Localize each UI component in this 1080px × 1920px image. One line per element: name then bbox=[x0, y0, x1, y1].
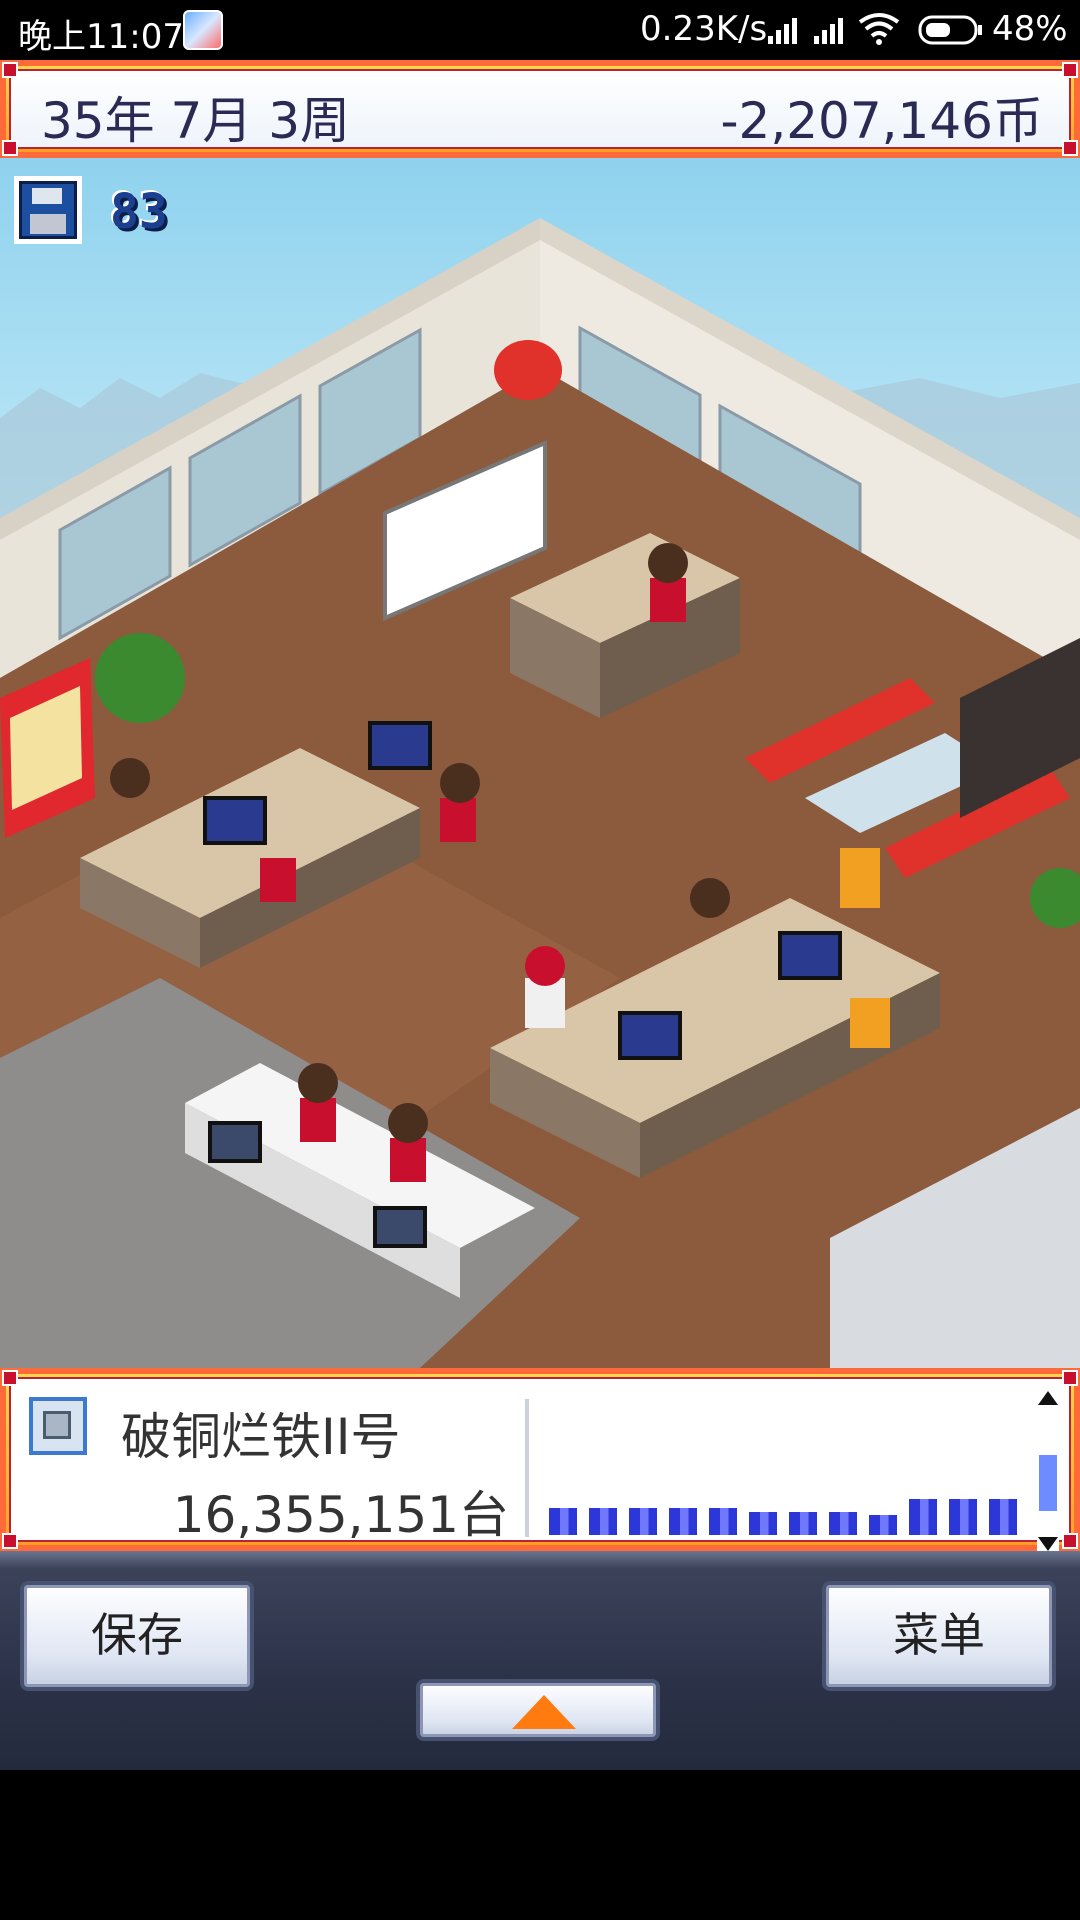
sales-bar bbox=[589, 1508, 617, 1535]
wifi-icon bbox=[858, 13, 900, 45]
signal-icon bbox=[768, 18, 797, 44]
network-speed: 0.23K/s bbox=[640, 9, 768, 49]
office-isometric-view[interactable] bbox=[0, 158, 1080, 1368]
app-icon bbox=[183, 10, 223, 50]
frame-corner bbox=[1062, 62, 1078, 78]
sales-bar bbox=[789, 1512, 817, 1535]
office-scene[interactable]: 83 bbox=[0, 158, 1080, 1368]
sales-bar bbox=[709, 1508, 737, 1535]
product-info-panel[interactable]: 破铜烂铁II号 16,355,151台 bbox=[0, 1368, 1080, 1551]
frame-corner bbox=[1062, 1533, 1078, 1549]
sales-bar bbox=[629, 1508, 657, 1535]
menu-button[interactable]: 菜单 bbox=[822, 1581, 1056, 1691]
frame-corner bbox=[2, 140, 18, 156]
sales-bar bbox=[669, 1508, 697, 1535]
sales-bar-graph bbox=[549, 1489, 1049, 1535]
sales-bar bbox=[949, 1499, 977, 1535]
control-bar: 保存 菜单 bbox=[0, 1551, 1080, 1770]
sales-bar bbox=[909, 1499, 937, 1535]
sales-bar bbox=[989, 1499, 1017, 1535]
battery-icon bbox=[918, 15, 982, 45]
panel-scrollbar[interactable] bbox=[1037, 1391, 1059, 1551]
battery-percent: 48% bbox=[992, 9, 1068, 49]
game-date: 35年 7月 3周 bbox=[41, 92, 351, 150]
product-name: 破铜烂铁II号 bbox=[121, 1408, 401, 1466]
expand-button[interactable] bbox=[416, 1679, 660, 1741]
clock: 晚上11:07 bbox=[18, 17, 184, 57]
sales-bar bbox=[749, 1512, 777, 1535]
sales-bar bbox=[549, 1508, 577, 1535]
frame-corner bbox=[2, 62, 18, 78]
funds-display: -2,207,146币 bbox=[720, 92, 1043, 150]
sales-bar bbox=[869, 1515, 897, 1535]
panel-divider bbox=[525, 1399, 529, 1537]
top-info-bar: 35年 7月 3周 -2,207,146币 bbox=[0, 60, 1080, 158]
save-count: 83 bbox=[110, 184, 168, 240]
sales-bar bbox=[829, 1512, 857, 1535]
signal-icon bbox=[814, 18, 843, 44]
status-bar: 晚上11:07 0.23K/s 48% bbox=[0, 0, 1080, 60]
save-button[interactable]: 保存 bbox=[20, 1581, 254, 1691]
scroll-up-icon[interactable] bbox=[1038, 1391, 1058, 1405]
up-arrow-icon bbox=[512, 1695, 576, 1729]
scroll-down-icon[interactable] bbox=[1038, 1537, 1058, 1551]
floppy-disk-icon bbox=[14, 176, 82, 244]
units-sold: 16,355,151台 bbox=[172, 1486, 509, 1544]
console-icon bbox=[29, 1397, 87, 1455]
frame-corner bbox=[2, 1533, 18, 1549]
frame-corner bbox=[1062, 1370, 1078, 1386]
frame-corner bbox=[2, 1370, 18, 1386]
scroll-thumb[interactable] bbox=[1039, 1455, 1057, 1511]
frame-corner bbox=[1062, 140, 1078, 156]
